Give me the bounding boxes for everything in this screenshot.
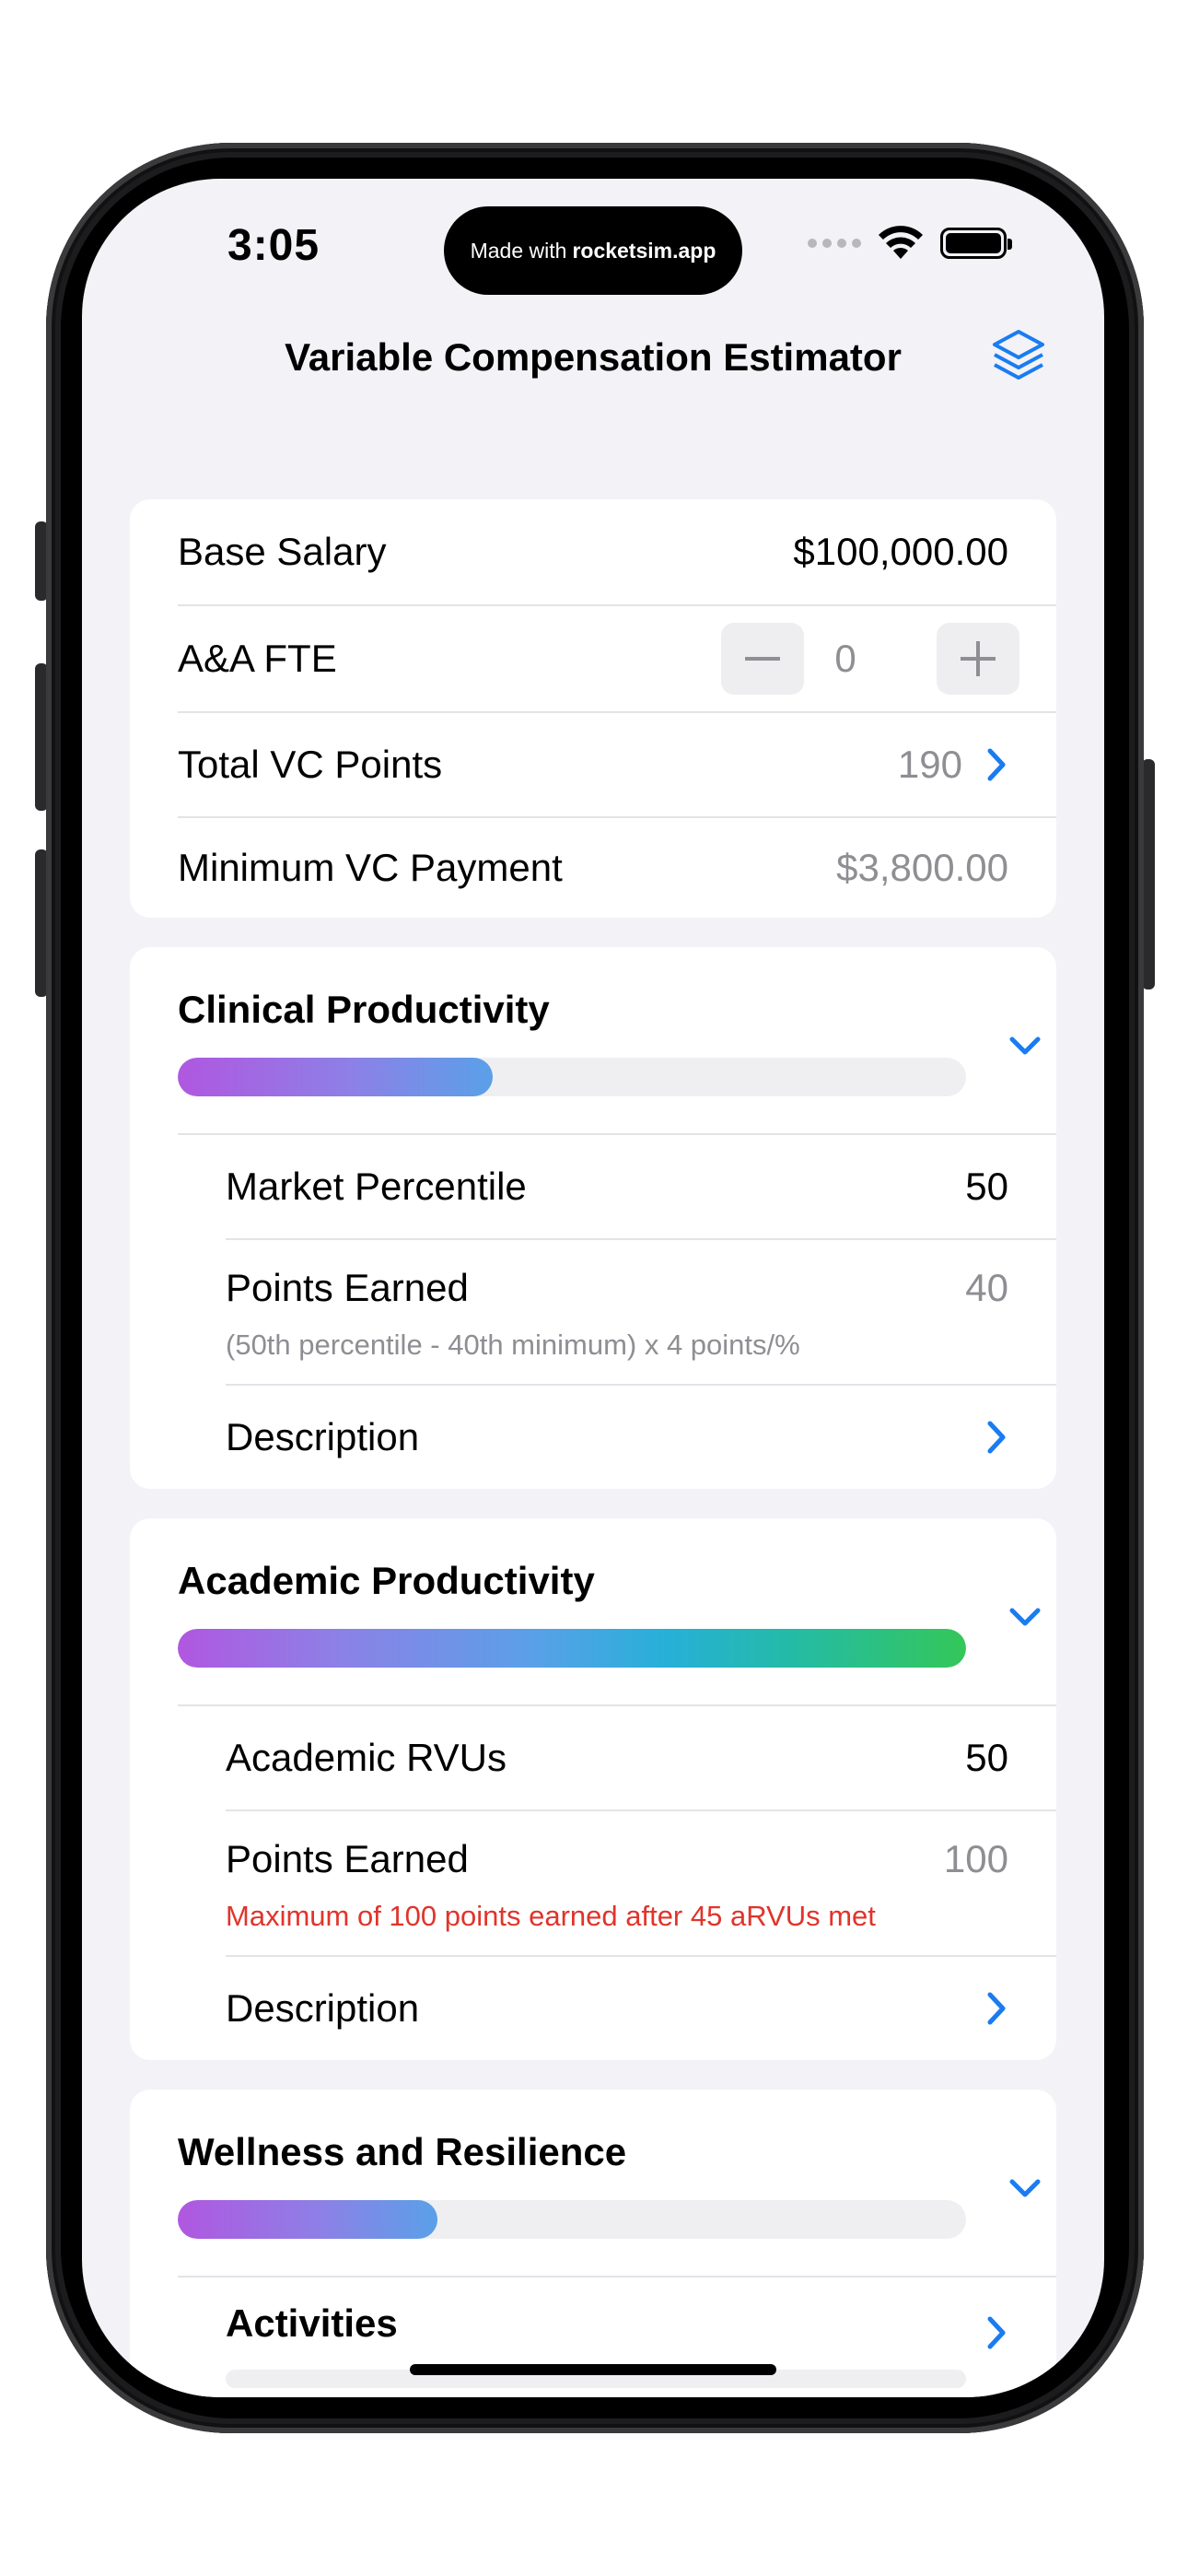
academic-rvus-label: Academic RVUs [226, 1736, 507, 1779]
total-points-value: 190 [897, 743, 962, 786]
academic-description-label: Description [226, 1986, 420, 2030]
fte-value: 0 [834, 637, 856, 680]
market-percentile-label: Market Percentile [226, 1165, 527, 1208]
clinical-points-row: Points Earned 40 [226, 1260, 1056, 1316]
total-points-row[interactable]: Total VC Points 190 [178, 713, 1056, 816]
academic-title: Academic Productivity [178, 1559, 595, 1602]
clinical-points-value: 40 [965, 1266, 1008, 1309]
academic-points-row: Points Earned 100 [226, 1832, 1056, 1887]
minus-icon [745, 657, 780, 661]
clinical-title: Clinical Productivity [178, 988, 550, 1031]
clinical-description-label: Description [226, 1415, 420, 1458]
min-payment-label: Minimum VC Payment [178, 846, 563, 889]
academic-card: Academic Productivity Academic RVUs 50 P… [130, 1518, 1056, 2060]
academic-points-value: 100 [943, 1837, 1008, 1880]
min-payment-value: $3,800.00 [836, 846, 1008, 889]
wifi-icon [879, 226, 923, 259]
status-icons [808, 225, 1012, 262]
activities-row[interactable]: Activities [226, 2287, 1056, 2360]
power-button [1142, 759, 1155, 989]
academic-progress-bar [178, 1629, 966, 1668]
layers-icon[interactable] [989, 326, 1048, 387]
min-payment-row: Minimum VC Payment $3,800.00 [178, 818, 1056, 918]
chevron-right-icon [987, 748, 1006, 781]
market-percentile-row[interactable]: Market Percentile 50 [226, 1135, 1056, 1238]
chevron-down-icon[interactable] [1007, 1606, 1043, 1628]
chevron-right-icon [987, 2316, 1006, 2349]
academic-progress-fill [178, 1629, 966, 1668]
island-brand: rocketsim.app [572, 238, 716, 263]
fte-row: A&A FTE [178, 606, 1056, 711]
clinical-points-note: (50th percentile - 40th minimum) x 4 poi… [226, 1329, 800, 1361]
wellness-progress-bar [178, 2200, 966, 2239]
battery-icon [940, 228, 1012, 259]
status-time: 3:05 [227, 221, 320, 270]
plus-icon [961, 641, 996, 676]
wellness-progress-fill [178, 2200, 438, 2239]
clinical-card: Clinical Productivity Market Percentile … [130, 947, 1056, 1489]
summary-card: Base Salary $100,000.00 A&A FTE 0 Total … [130, 499, 1056, 918]
fte-label: A&A FTE [178, 637, 337, 680]
chevron-right-icon [987, 1421, 1006, 1454]
clinical-description-row[interactable]: Description [226, 1386, 1056, 1489]
activities-label: Activities [226, 2301, 398, 2345]
base-salary-value: $100,000.00 [793, 530, 1008, 573]
wellness-card: Wellness and Resilience Activities [130, 2090, 1056, 2397]
wellness-title: Wellness and Resilience [178, 2130, 627, 2173]
market-percentile-value: 50 [965, 1165, 1008, 1208]
chevron-down-icon[interactable] [1007, 2177, 1043, 2199]
island-prefix: Made with [470, 238, 567, 263]
page-title: Variable Compensation Estimator [285, 335, 902, 379]
base-salary-row: Base Salary $100,000.00 [178, 499, 1056, 604]
app-screen: 3:05 Made with rocketsim.app Variable Co… [82, 179, 1104, 2397]
base-salary-label: Base Salary [178, 530, 387, 573]
dynamic-island: Made with rocketsim.app [444, 206, 742, 295]
academic-rvus-row[interactable]: Academic RVUs 50 [226, 1706, 1056, 1809]
clinical-points-label: Points Earned [226, 1266, 469, 1309]
fte-decrement-button[interactable] [721, 623, 804, 695]
clinical-progress-bar [178, 1058, 966, 1096]
home-indicator[interactable] [410, 2364, 776, 2375]
academic-points-label: Points Earned [226, 1837, 469, 1880]
chevron-down-icon[interactable] [1007, 1035, 1043, 1057]
cellular-signal-icon [808, 239, 861, 248]
total-points-label: Total VC Points [178, 743, 443, 786]
clinical-progress-fill [178, 1058, 494, 1096]
fte-increment-button[interactable] [937, 623, 1019, 695]
academic-points-note: Maximum of 100 points earned after 45 aR… [226, 1900, 876, 1932]
chevron-right-icon [987, 1992, 1006, 2025]
academic-rvus-value: 50 [965, 1736, 1008, 1779]
academic-description-row[interactable]: Description [226, 1957, 1056, 2060]
